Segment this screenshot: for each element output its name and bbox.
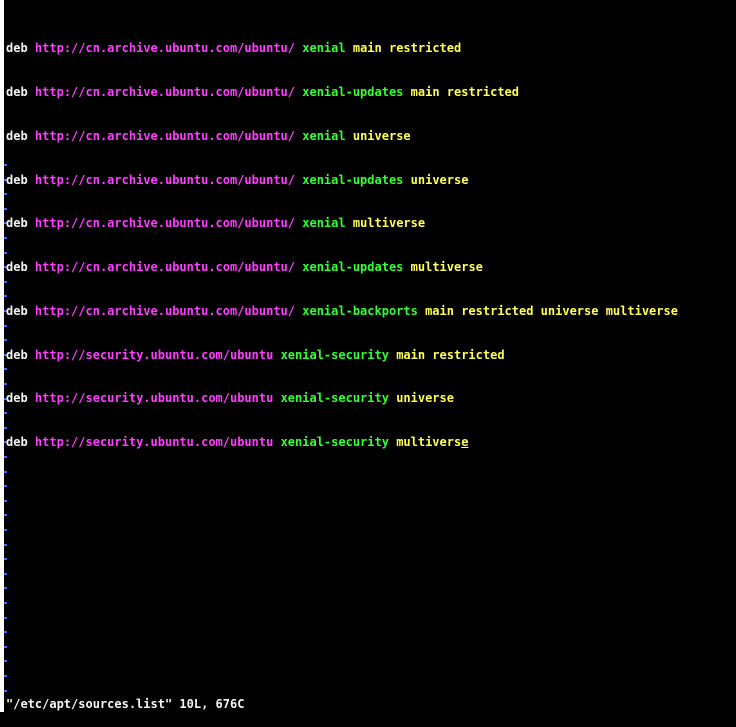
line-distribution: xenial-security bbox=[280, 435, 389, 450]
sources-line[interactable]: deb http://security.ubuntu.com/ubuntu xe… bbox=[6, 391, 736, 406]
line-keyword: deb bbox=[6, 216, 28, 231]
empty-line-marker bbox=[4, 499, 7, 502]
sources-line[interactable]: deb http://cn.archive.ubuntu.com/ubuntu/… bbox=[6, 304, 736, 319]
line-components: multiverse bbox=[396, 435, 468, 449]
line-keyword: deb bbox=[6, 172, 28, 187]
empty-line-marker bbox=[4, 587, 7, 590]
line-keyword: deb bbox=[6, 391, 28, 406]
line-keyword: deb bbox=[6, 84, 28, 99]
line-url: http://cn.archive.ubuntu.com/ubuntu/ bbox=[34, 172, 296, 187]
line-components: multiverse bbox=[352, 216, 426, 231]
line-distribution: xenial-updates bbox=[302, 84, 404, 99]
line-url: http://cn.archive.ubuntu.com/ubuntu/ bbox=[34, 128, 296, 143]
empty-line-marker bbox=[4, 645, 7, 648]
line-url: http://security.ubuntu.com/ubuntu bbox=[34, 347, 274, 362]
sources-line[interactable]: deb http://cn.archive.ubuntu.com/ubuntu/… bbox=[6, 41, 736, 56]
sources-line[interactable]: deb http://security.ubuntu.com/ubuntu xe… bbox=[6, 348, 736, 363]
sources-line[interactable]: deb http://cn.archive.ubuntu.com/ubuntu/… bbox=[6, 85, 736, 100]
empty-line-marker bbox=[4, 558, 7, 561]
line-components: main restricted universe multiverse bbox=[425, 303, 678, 318]
sources-line[interactable]: deb http://cn.archive.ubuntu.com/ubuntu/… bbox=[6, 173, 736, 188]
line-components: main restricted bbox=[352, 41, 462, 56]
line-distribution: xenial-updates bbox=[302, 172, 404, 187]
line-url: http://cn.archive.ubuntu.com/ubuntu/ bbox=[34, 216, 296, 231]
empty-line-marker bbox=[4, 616, 7, 619]
line-components: universe bbox=[396, 391, 454, 406]
line-components: main restricted bbox=[396, 347, 505, 362]
line-url: http://cn.archive.ubuntu.com/ubuntu/ bbox=[34, 84, 296, 99]
status-bar-message: "/etc/apt/sources.list" 10L, 676C bbox=[6, 697, 245, 711]
line-components: universe bbox=[410, 172, 469, 187]
line-url: http://security.ubuntu.com/ubuntu bbox=[34, 435, 274, 450]
sources-line[interactable]: deb http://cn.archive.ubuntu.com/ubuntu/… bbox=[6, 129, 736, 144]
line-components-text: multivers bbox=[396, 435, 462, 450]
empty-line-marker bbox=[4, 543, 7, 546]
line-url: http://cn.archive.ubuntu.com/ubuntu/ bbox=[34, 260, 296, 275]
empty-line-marker bbox=[4, 572, 7, 575]
empty-line-marker bbox=[4, 514, 7, 517]
line-distribution: xenial-backports bbox=[302, 303, 418, 318]
line-components: multiverse bbox=[410, 260, 483, 275]
text-cursor: e bbox=[461, 435, 469, 450]
line-url: http://cn.archive.ubuntu.com/ubuntu/ bbox=[34, 41, 296, 56]
line-distribution: xenial-security bbox=[280, 347, 389, 362]
empty-line-marker bbox=[4, 631, 7, 634]
line-keyword: deb bbox=[6, 128, 28, 143]
line-distribution: xenial bbox=[302, 128, 346, 143]
empty-line-marker bbox=[4, 602, 7, 604]
editor-buffer[interactable]: deb http://cn.archive.ubuntu.com/ubuntu/… bbox=[6, 12, 736, 479]
line-keyword: deb bbox=[6, 41, 28, 56]
line-distribution: xenial bbox=[302, 216, 346, 231]
line-keyword: deb bbox=[6, 260, 28, 275]
line-distribution: xenial-security bbox=[280, 391, 389, 406]
line-url: http://security.ubuntu.com/ubuntu bbox=[34, 391, 274, 406]
line-components: main restricted bbox=[410, 84, 520, 99]
line-components: universe bbox=[352, 128, 411, 143]
line-keyword: deb bbox=[6, 303, 28, 318]
line-distribution: xenial-updates bbox=[302, 260, 404, 275]
sources-line[interactable]: deb http://security.ubuntu.com/ubuntu xe… bbox=[6, 435, 736, 450]
line-keyword: deb bbox=[6, 347, 28, 362]
empty-line-marker bbox=[4, 485, 7, 488]
sources-line[interactable]: deb http://cn.archive.ubuntu.com/ubuntu/… bbox=[6, 216, 736, 231]
terminal-window[interactable]: deb http://cn.archive.ubuntu.com/ubuntu/… bbox=[0, 0, 736, 727]
empty-line-marker bbox=[4, 675, 7, 677]
empty-line-marker bbox=[4, 689, 7, 692]
sources-line[interactable]: deb http://cn.archive.ubuntu.com/ubuntu/… bbox=[6, 260, 736, 275]
empty-line-marker bbox=[4, 660, 7, 663]
line-keyword: deb bbox=[6, 435, 28, 450]
line-url: http://cn.archive.ubuntu.com/ubuntu/ bbox=[34, 303, 296, 318]
empty-line-marker bbox=[4, 529, 7, 531]
line-distribution: xenial bbox=[302, 41, 346, 56]
